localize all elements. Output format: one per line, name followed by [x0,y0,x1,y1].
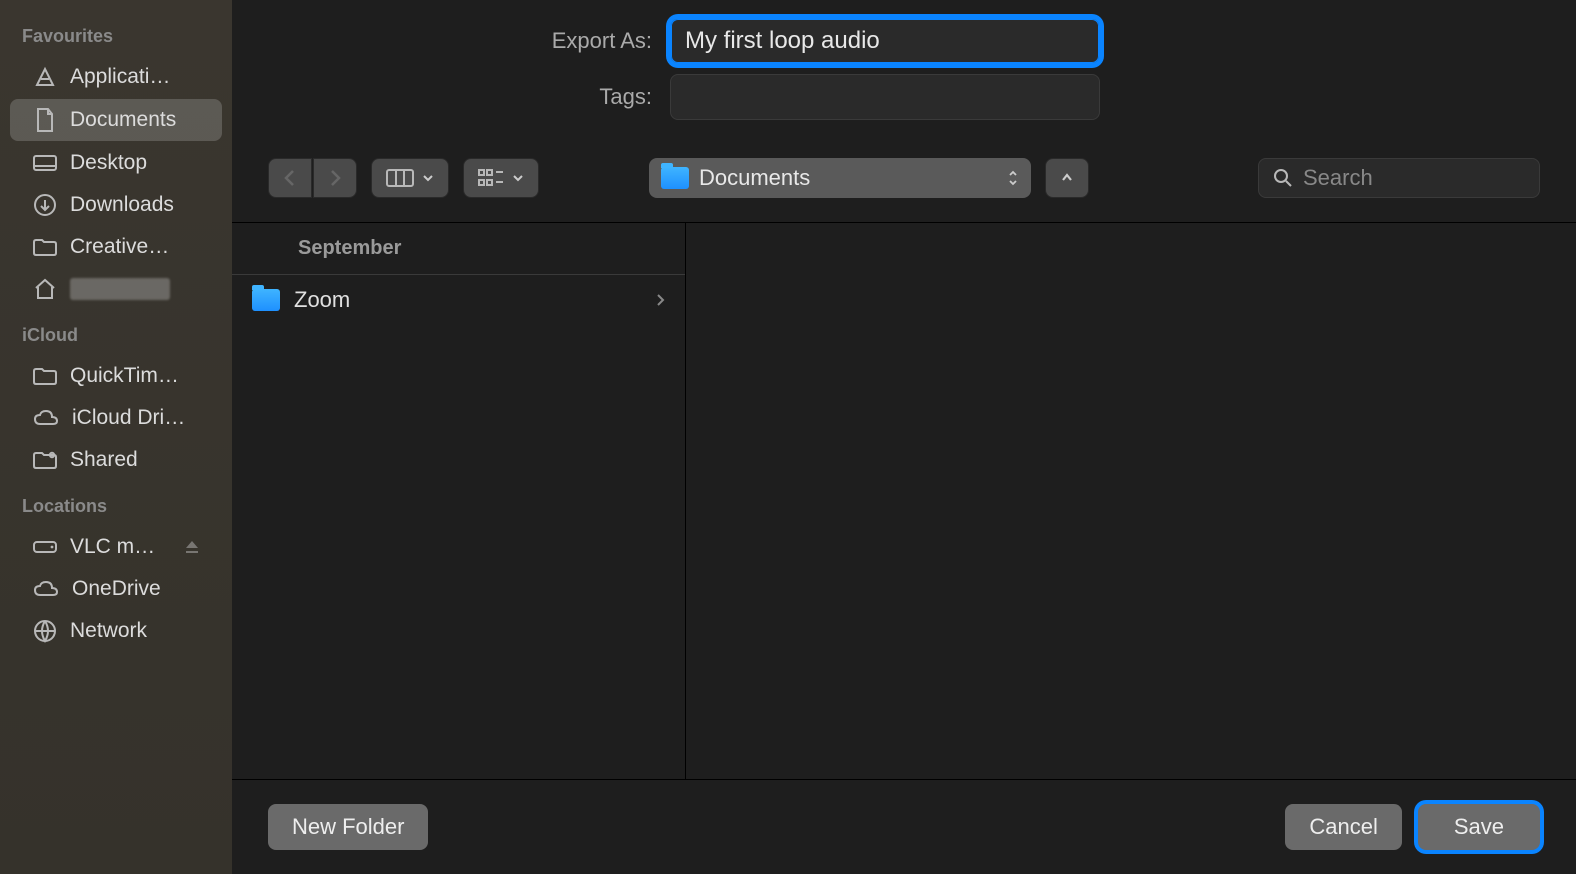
search-icon [1273,168,1293,188]
sidebar-item-network[interactable]: Network [10,611,222,651]
sidebar-item-home[interactable] [10,269,222,309]
disk-icon [32,538,58,556]
sidebar-item-desktop[interactable]: Desktop [10,143,222,183]
toolbar: Documents Search [232,146,1576,222]
cloud-icon [32,408,60,428]
sidebar-item-quicktime[interactable]: QuickTim… [10,356,222,396]
cancel-button[interactable]: Cancel [1285,804,1401,850]
section-header-icloud: iCloud [0,311,232,354]
sidebar-item-label: Network [70,619,147,643]
cloud-icon [32,579,60,599]
sidebar-item-label: Downloads [70,193,174,217]
desktop-icon [32,153,58,173]
sidebar-item-applications[interactable]: Applicati… [10,57,222,97]
nav-group [268,158,357,198]
sidebar-item-documents[interactable]: Documents [10,99,222,141]
export-as-input[interactable] [670,18,1100,64]
main-panel: Export As: Tags: [232,0,1576,874]
file-browser: September Zoom [232,222,1576,779]
sidebar-item-label: Desktop [70,151,147,175]
column-2 [686,223,1576,779]
sidebar-item-downloads[interactable]: Downloads [10,185,222,225]
sidebar-item-creative[interactable]: Creative… [10,227,222,267]
stepper-icon [1007,169,1019,187]
location-popup[interactable]: Documents [649,158,1031,198]
file-row[interactable]: Zoom [232,275,685,325]
column-1: September Zoom [232,223,686,779]
eject-icon[interactable] [184,539,200,555]
tags-label: Tags: [272,84,652,110]
document-icon [32,107,58,133]
folder-icon [32,237,58,257]
apps-icon [32,65,58,89]
search-placeholder: Search [1303,165,1373,191]
section-header-favourites: Favourites [0,12,232,55]
group-by-button[interactable] [463,158,539,198]
sidebar-item-icloud-drive[interactable]: iCloud Dri… [10,398,222,438]
group-header: September [232,223,685,275]
back-button[interactable] [268,158,312,198]
shared-folder-icon [32,450,58,470]
chevron-right-icon [655,293,665,307]
download-icon [32,193,58,217]
section-header-locations: Locations [0,482,232,525]
save-button[interactable]: Save [1418,804,1540,850]
tags-input[interactable] [670,74,1100,120]
globe-icon [32,619,58,643]
folder-icon [661,167,689,189]
collapse-button[interactable] [1045,158,1089,198]
view-columns-button[interactable] [371,158,449,198]
save-form: Export As: Tags: [232,0,1576,146]
sidebar-item-vlc[interactable]: VLC m… [10,527,222,567]
folder-icon [32,366,58,386]
sidebar-item-label: Shared [70,448,138,472]
sidebar-item-label: VLC m… [70,535,155,559]
footer: New Folder Cancel Save [232,779,1576,874]
redacted-label [70,278,170,300]
sidebar-item-shared[interactable]: Shared [10,440,222,480]
location-label: Documents [699,165,810,191]
export-as-label: Export As: [272,28,652,54]
sidebar: Favourites Applicati… Documents Desktop … [0,0,232,874]
sidebar-item-onedrive[interactable]: OneDrive [10,569,222,609]
sidebar-item-label: iCloud Dri… [72,406,185,430]
sidebar-item-label: Creative… [70,235,169,259]
new-folder-button[interactable]: New Folder [268,804,428,850]
sidebar-item-label: QuickTim… [70,364,179,388]
sidebar-item-label: Documents [70,108,176,132]
home-icon [32,277,58,301]
search-field[interactable]: Search [1258,158,1540,198]
folder-icon [252,289,280,311]
sidebar-item-label: Applicati… [70,65,170,89]
forward-button[interactable] [313,158,357,198]
sidebar-item-label: OneDrive [72,577,161,601]
file-label: Zoom [294,287,350,313]
